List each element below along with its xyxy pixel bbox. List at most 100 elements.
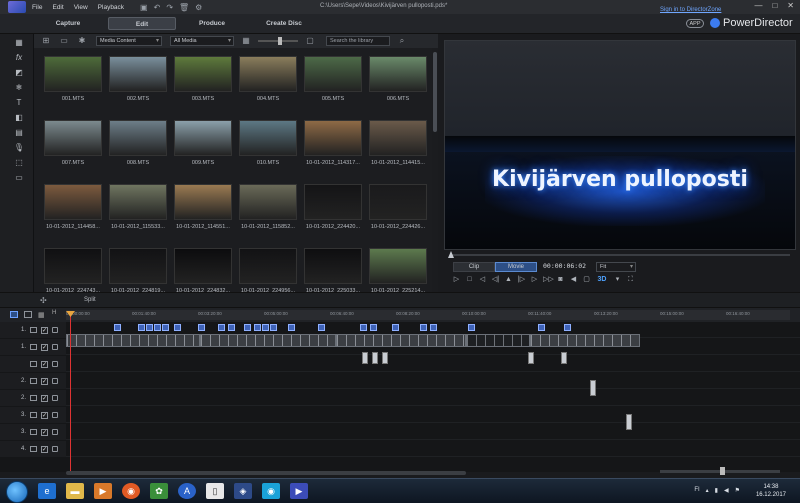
voice-over-icon[interactable]: 🎙	[12, 142, 26, 154]
document-icon[interactable]: ▯	[206, 483, 224, 499]
media-thumbnail[interactable]	[44, 248, 102, 284]
delete-icon[interactable]: 🗑	[179, 3, 189, 12]
track-enable-checkbox[interactable]: ✓	[41, 377, 48, 385]
plugins-icon[interactable]: ✱	[76, 36, 88, 46]
flag-icon[interactable]: ⚑	[735, 487, 740, 494]
settings-gear-icon[interactable]: ⚙	[195, 3, 202, 12]
media-player-icon[interactable]: ▶	[94, 483, 112, 499]
chapter-marker[interactable]	[370, 324, 377, 331]
media-thumbnail[interactable]	[174, 184, 232, 220]
audio-clip[interactable]	[382, 352, 388, 364]
chapter-marker[interactable]	[254, 324, 261, 331]
media-thumbnail[interactable]	[44, 184, 102, 220]
timeline-view-icon[interactable]	[10, 311, 18, 318]
track-enable-checkbox[interactable]: ✓	[41, 428, 48, 436]
system-clock[interactable]: 14:38 16.12.2017	[756, 483, 786, 499]
timeline-track[interactable]: 3. ✓	[0, 407, 800, 423]
movie-mode-button[interactable]: Movie	[495, 262, 537, 272]
undock-icon[interactable]: ▢	[582, 275, 591, 284]
stop-icon[interactable]: □	[465, 275, 474, 284]
seek-knob[interactable]	[448, 251, 454, 258]
speaker-icon[interactable]: ◀	[724, 487, 729, 494]
media-room-icon[interactable]: ▦	[12, 37, 26, 49]
media-thumbnail[interactable]	[109, 248, 167, 284]
start-button[interactable]	[6, 481, 28, 503]
title-room-icon[interactable]: T	[12, 97, 26, 109]
timeline-ruler[interactable]: 00:00:00:00 00:01:40:00 00:03:20:00 00:05:0…	[66, 310, 790, 320]
chapter-marker[interactable]	[420, 324, 427, 331]
media-thumbnail[interactable]	[239, 248, 297, 284]
all-media-dropdown[interactable]: All Media	[170, 36, 234, 46]
fx-room-icon[interactable]: fx	[12, 52, 26, 64]
media-thumbnail[interactable]	[109, 56, 167, 92]
track-enable-checkbox[interactable]: ✓	[41, 445, 48, 453]
minimize-button[interactable]: —	[754, 1, 762, 10]
grid-view-icon[interactable]: ▦	[240, 36, 252, 46]
chapter-marker[interactable]	[468, 324, 475, 331]
chapter-marker[interactable]	[564, 324, 571, 331]
chapter-marker[interactable]	[318, 324, 325, 331]
chapter-marker[interactable]	[360, 324, 367, 331]
app-icon-blue[interactable]: ◈	[234, 483, 252, 499]
track-enable-checkbox[interactable]: ✓	[41, 326, 48, 334]
library-scrollbar[interactable]	[432, 48, 438, 292]
transition-room-icon[interactable]: ◧	[12, 112, 26, 124]
track-enable-checkbox[interactable]: ✓	[41, 411, 48, 419]
chapter-room-icon[interactable]: ⬚	[12, 157, 26, 169]
timeline-track[interactable]: 4. ✓	[0, 441, 800, 457]
menu-view[interactable]: View	[74, 4, 88, 11]
library-scrollbar-thumb[interactable]	[433, 52, 437, 132]
tab-edit[interactable]: Edit	[108, 17, 176, 30]
next-frame-icon[interactable]: ▷	[530, 275, 539, 284]
chapter-marker[interactable]	[244, 324, 251, 331]
storyboard-view-icon[interactable]	[24, 311, 32, 318]
media-thumbnail[interactable]	[304, 56, 362, 92]
track-enable-checkbox[interactable]: ✓	[41, 394, 48, 402]
video-clip[interactable]	[530, 334, 640, 347]
ie-icon[interactable]: e	[38, 483, 56, 499]
track-lock-icon[interactable]	[52, 395, 58, 401]
chapter-marker[interactable]	[198, 324, 205, 331]
menu-edit[interactable]: Edit	[52, 4, 63, 11]
track-enable-checkbox[interactable]: ✓	[41, 360, 48, 368]
tab-capture[interactable]: Capture	[34, 17, 102, 30]
language-indicator[interactable]: FI	[694, 487, 699, 494]
track-lock-icon[interactable]	[52, 429, 58, 435]
video-clip[interactable]	[66, 334, 200, 347]
audio-clip[interactable]	[528, 352, 534, 364]
step-back-icon[interactable]: ◁|	[491, 275, 500, 284]
chapter-marker[interactable]	[288, 324, 295, 331]
audio-clip[interactable]	[362, 352, 368, 364]
tab-create-disc[interactable]: Create Disc	[250, 17, 318, 30]
3d-mode-button[interactable]: 3D	[595, 275, 609, 284]
media-thumbnail[interactable]	[369, 56, 427, 92]
media-thumbnail[interactable]	[239, 56, 297, 92]
track-lock-icon[interactable]	[52, 446, 58, 452]
track-lock-icon[interactable]	[52, 327, 58, 333]
undo-icon[interactable]: ↶	[154, 3, 161, 12]
chapter-marker[interactable]	[218, 324, 225, 331]
fullscreen-icon[interactable]: ⛶	[626, 275, 635, 284]
volume-icon[interactable]: ◀	[569, 275, 578, 284]
timeline-playhead[interactable]	[70, 312, 71, 472]
timeline-track[interactable]: ✓	[0, 356, 800, 372]
signin-link[interactable]: Sign in to DirectorZone	[660, 7, 721, 13]
video-clip[interactable]	[200, 334, 336, 347]
chapter-marker[interactable]	[174, 324, 181, 331]
tab-produce[interactable]: Produce	[178, 17, 246, 30]
pip-clip[interactable]	[626, 414, 632, 430]
chapter-marker[interactable]	[228, 324, 235, 331]
track-enable-checkbox[interactable]: ✓	[41, 343, 48, 351]
track-lock-icon[interactable]	[52, 412, 58, 418]
tray-chevron-icon[interactable]: ▴	[706, 487, 709, 494]
timeline-zoom-slider[interactable]	[660, 467, 780, 475]
preview-timecode[interactable]: 00:00:06:02	[543, 262, 586, 270]
tools-icon[interactable]: ✣	[40, 296, 47, 305]
explorer-folder-icon[interactable]: ▬	[66, 483, 84, 499]
play-icon[interactable]: ▷	[452, 275, 461, 284]
chapter-marker[interactable]	[430, 324, 437, 331]
subtitle-room-icon[interactable]: ▭	[12, 172, 26, 184]
powerdirector-taskbar-icon[interactable]: ▶	[290, 483, 308, 499]
pip-clip[interactable]	[590, 380, 596, 396]
eject-icon[interactable]: ▲	[504, 275, 513, 284]
